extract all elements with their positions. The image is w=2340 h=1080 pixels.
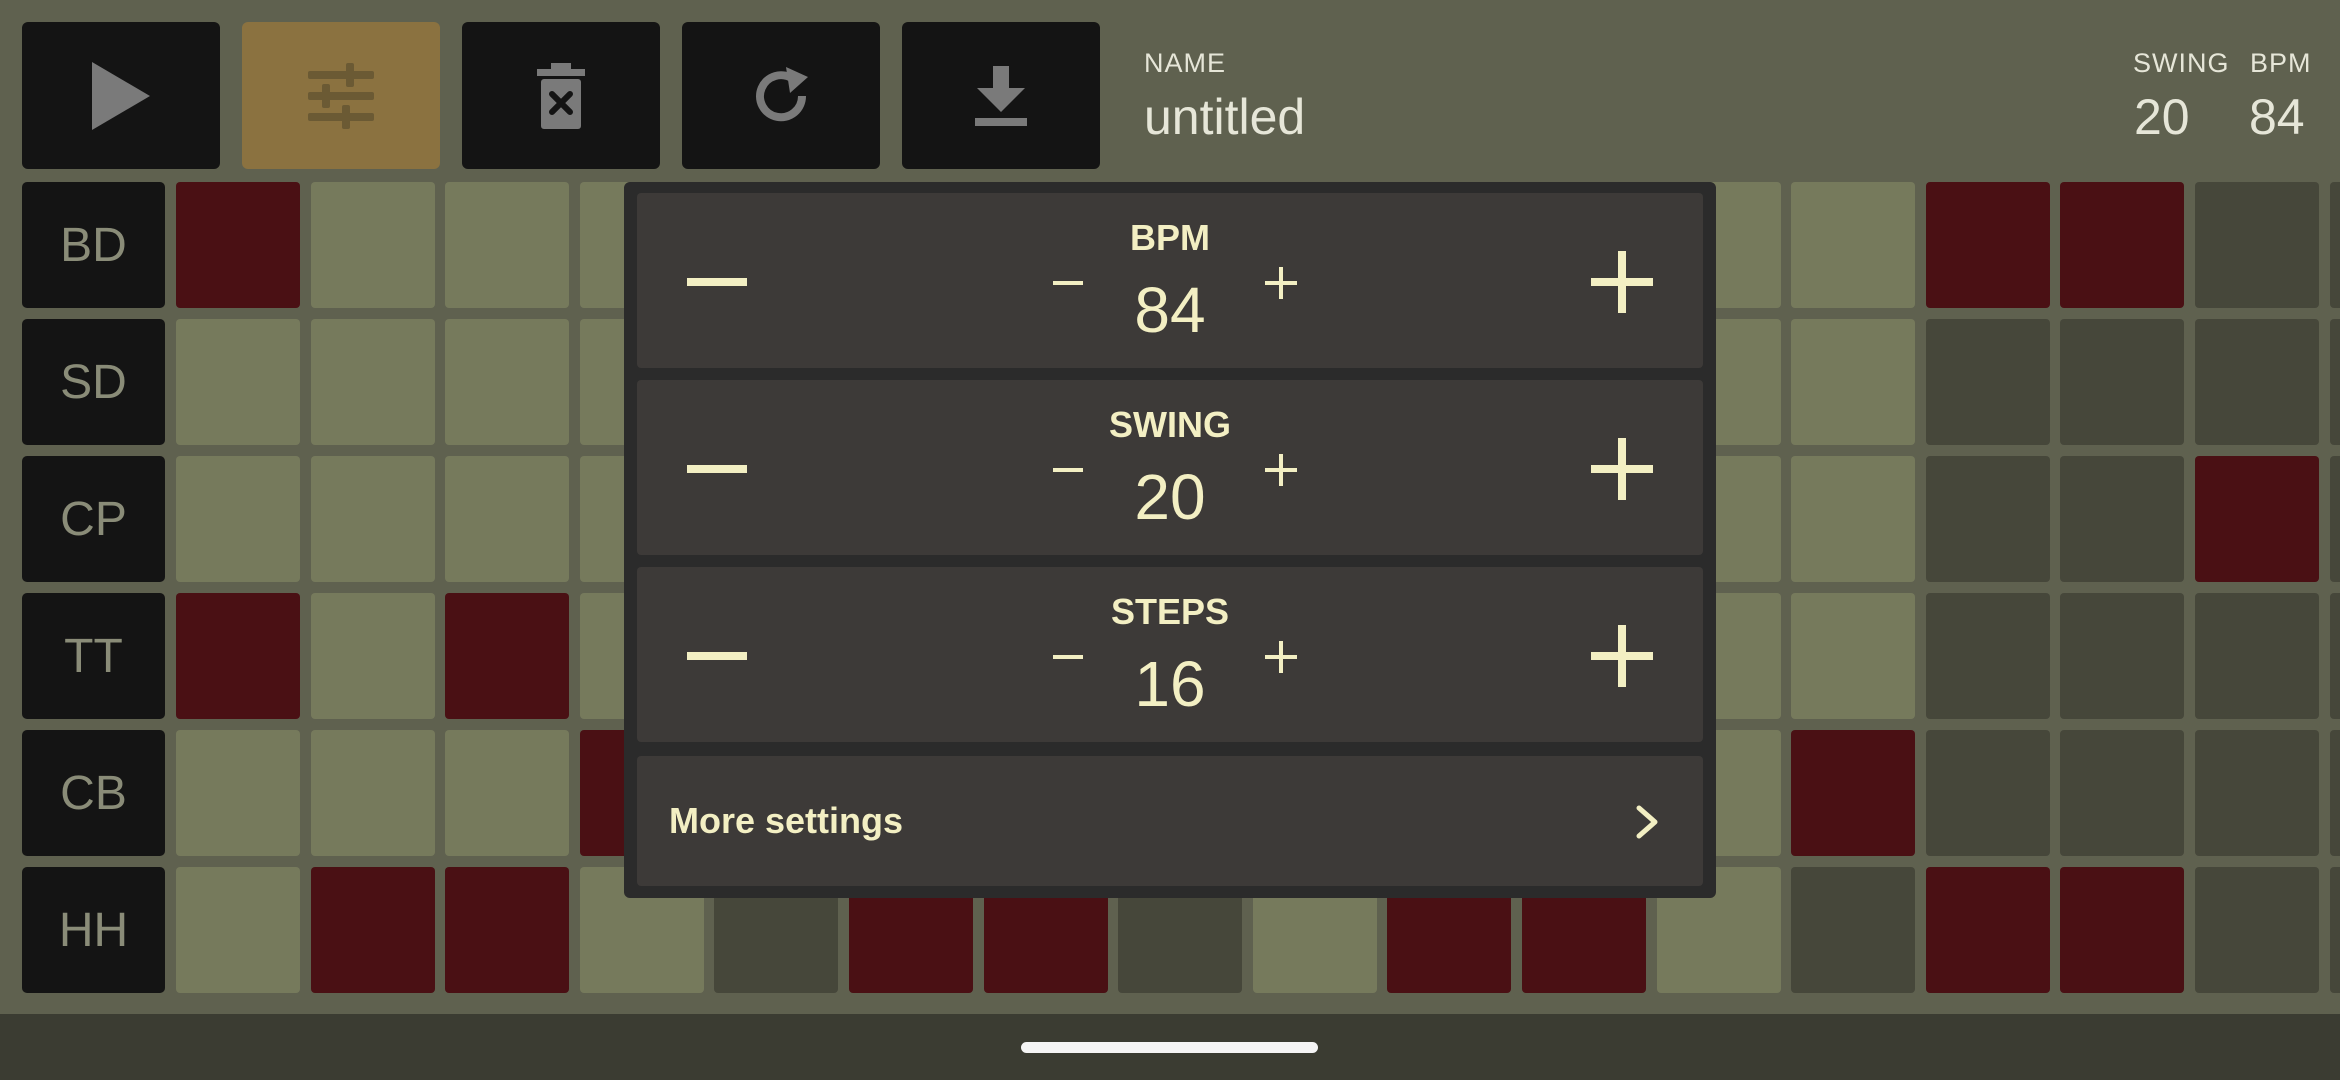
swing-decrease-large-button[interactable] (687, 454, 747, 484)
bpm-increase-button[interactable] (1265, 267, 1297, 299)
step-cell-cp-3[interactable] (445, 456, 570, 582)
track-label-hh[interactable]: HH (22, 867, 165, 993)
step-cell-sd-14[interactable] (1925, 319, 2050, 445)
step-cell-tt-14[interactable] (1925, 593, 2050, 719)
step-cell-cp-13[interactable] (1791, 456, 1916, 582)
step-cell-cb-15[interactable] (2060, 730, 2185, 856)
step-cell-sd-13[interactable] (1791, 319, 1916, 445)
bpm-row: BPM 84 (637, 193, 1703, 368)
steps-decrease-button[interactable] (1053, 647, 1083, 667)
track-label-cb[interactable]: CB (22, 730, 165, 856)
step-cell-cb-1[interactable] (176, 730, 300, 856)
step-cell-tt-2[interactable] (310, 593, 435, 719)
step-cell-tt-13[interactable] (1791, 593, 1916, 719)
bpm-row-value: 84 (1134, 274, 1206, 346)
step-cell-cb-3[interactable] (445, 730, 570, 856)
step-cell-tt-3[interactable] (445, 593, 570, 719)
steps-increase-button[interactable] (1265, 641, 1297, 673)
steps-row: STEPS 16 (637, 567, 1703, 742)
chevron-right-icon (1636, 805, 1658, 839)
bpm-decrease-button[interactable] (1053, 273, 1083, 293)
step-cell-bd-3[interactable] (445, 182, 570, 308)
step-cell-cb-13[interactable] (1791, 730, 1916, 856)
swing-row: SWING 20 (637, 380, 1703, 555)
step-cell-sd-15[interactable] (2060, 319, 2185, 445)
settings-popup: BPM 84 SWING 20 STEPS 16 More settings (624, 182, 1716, 898)
step-cell-hh-15[interactable] (2060, 867, 2185, 993)
track-label-cp[interactable]: CP (22, 456, 165, 582)
track-label-bd[interactable]: BD (22, 182, 165, 308)
home-indicator[interactable] (1021, 1042, 1318, 1053)
swing-decrease-button[interactable] (1053, 460, 1083, 480)
step-cell-bd-14[interactable] (1925, 182, 2050, 308)
step-cell-hh-16[interactable] (2195, 867, 2319, 993)
swing-row-label: SWING (1109, 404, 1231, 445)
track-label-sd[interactable]: SD (22, 319, 165, 445)
more-settings-label: More settings (669, 800, 904, 841)
step-cell-hh-3[interactable] (445, 867, 570, 993)
step-cell-bd-13[interactable] (1791, 182, 1916, 308)
step-cell-sd-16[interactable] (2195, 319, 2319, 445)
more-settings-button[interactable]: More settings (637, 756, 1703, 886)
step-cell-hh-1[interactable] (176, 867, 300, 993)
step-cell-cb-14[interactable] (1925, 730, 2050, 856)
step-cell-tt-1[interactable] (176, 593, 300, 719)
step-cell-bd-17[interactable] (2329, 182, 2340, 308)
bpm-increase-large-button[interactable] (1591, 251, 1653, 313)
step-cell-cb-16[interactable] (2195, 730, 2319, 856)
step-cell-hh-13[interactable] (1791, 867, 1916, 993)
step-cell-bd-2[interactable] (310, 182, 435, 308)
step-cell-cp-2[interactable] (310, 456, 435, 582)
step-cell-cp-1[interactable] (176, 456, 300, 582)
steps-decrease-large-button[interactable] (687, 641, 747, 671)
swing-row-value: 20 (1134, 461, 1206, 533)
step-cell-cp-15[interactable] (2060, 456, 2185, 582)
bpm-decrease-large-button[interactable] (687, 267, 747, 297)
step-cell-cb-2[interactable] (310, 730, 435, 856)
steps-increase-large-button[interactable] (1591, 625, 1653, 687)
step-cell-sd-3[interactable] (445, 319, 570, 445)
step-cell-hh-2[interactable] (310, 867, 435, 993)
step-cell-bd-15[interactable] (2060, 182, 2185, 308)
step-cell-tt-16[interactable] (2195, 593, 2319, 719)
step-cell-sd-17[interactable] (2329, 319, 2340, 445)
step-cell-sd-2[interactable] (310, 319, 435, 445)
step-cell-tt-17[interactable] (2329, 593, 2340, 719)
bpm-row-label: BPM (1130, 217, 1210, 258)
step-cell-hh-17[interactable] (2329, 867, 2340, 993)
track-label-tt[interactable]: TT (22, 593, 165, 719)
step-cell-hh-14[interactable] (1925, 867, 2050, 993)
step-cell-cb-17[interactable] (2329, 730, 2340, 856)
step-cell-bd-1[interactable] (176, 182, 300, 308)
step-cell-cp-17[interactable] (2329, 456, 2340, 582)
steps-row-value: 16 (1134, 648, 1206, 720)
steps-row-label: STEPS (1110, 591, 1230, 632)
step-cell-bd-16[interactable] (2195, 182, 2319, 308)
step-cell-cp-14[interactable] (1925, 456, 2050, 582)
swing-increase-large-button[interactable] (1591, 438, 1653, 500)
swing-increase-button[interactable] (1265, 454, 1297, 486)
step-cell-sd-1[interactable] (176, 319, 300, 445)
step-cell-tt-15[interactable] (2060, 593, 2185, 719)
step-cell-cp-16[interactable] (2195, 456, 2319, 582)
